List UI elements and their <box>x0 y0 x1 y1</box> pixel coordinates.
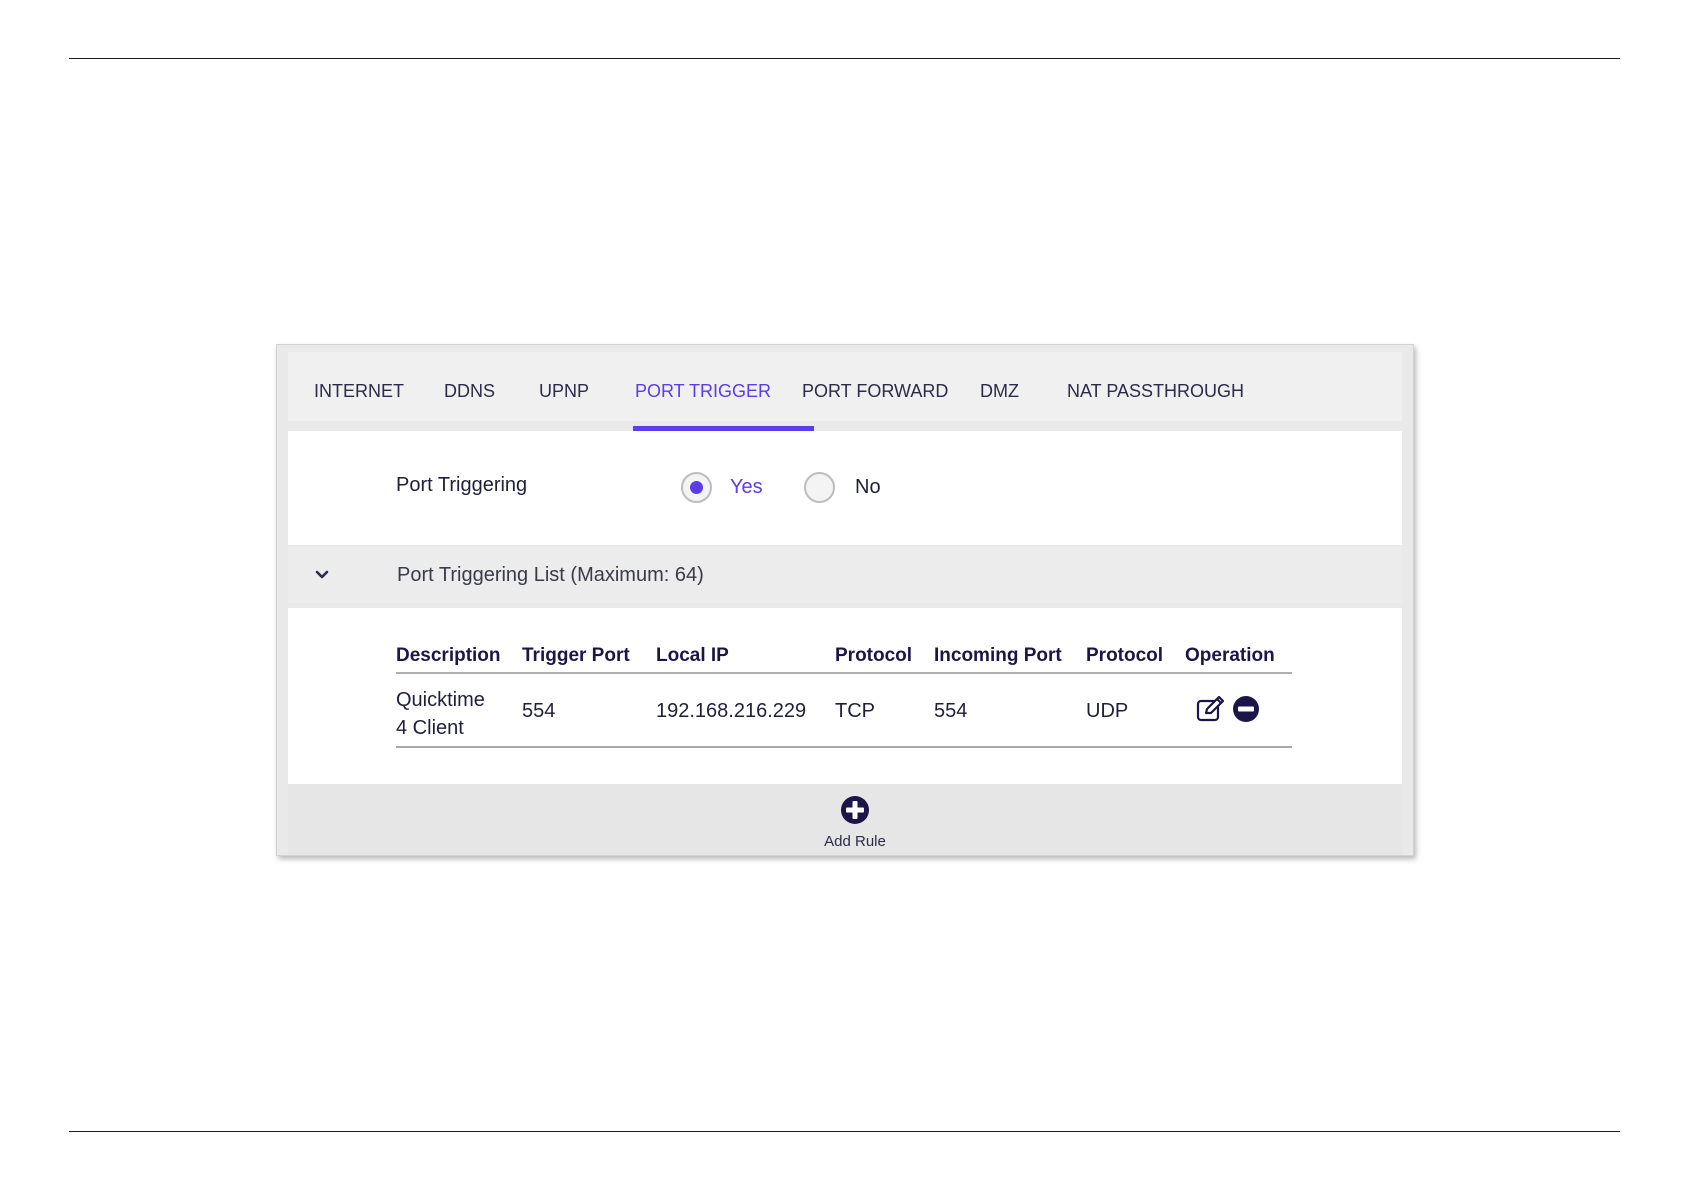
radio-selected-dot <box>690 481 703 494</box>
description-line-1: Quicktime <box>396 689 485 711</box>
edit-icon[interactable] <box>1196 695 1226 723</box>
tab-nat-passthrough[interactable]: NAT PASSTHROUGH <box>1067 352 1244 421</box>
list-title: Port Triggering List (Maximum: 64) <box>397 564 704 586</box>
radio-yes[interactable] <box>681 472 712 503</box>
port-triggering-label: Port Triggering <box>396 474 528 496</box>
table-header-divider <box>396 672 1292 674</box>
tab-bar: INTERNET DDNS UPNP PORT TRIGGER PORT FOR… <box>288 352 1402 431</box>
radio-no[interactable] <box>804 472 835 503</box>
settings-panel: INTERNET DDNS UPNP PORT TRIGGER PORT FOR… <box>276 344 1414 856</box>
column-header-operation: Operation <box>1185 645 1275 666</box>
add-rule-button[interactable]: Add Rule <box>824 786 886 852</box>
cell-description: Quicktime 4 Client <box>396 686 485 742</box>
add-rule-bar: Add Rule <box>288 784 1402 855</box>
column-header-trigger-port: Trigger Port <box>522 645 630 666</box>
chevron-down-icon[interactable] <box>312 565 332 585</box>
cell-trigger-protocol: TCP <box>835 700 875 722</box>
tab-internet[interactable]: INTERNET <box>314 352 404 421</box>
column-header-local-ip: Local IP <box>656 645 729 666</box>
radio-yes-label[interactable]: Yes <box>730 476 763 499</box>
column-header-incoming-port: Incoming Port <box>934 645 1062 666</box>
add-rule-label[interactable]: Add Rule <box>815 833 895 850</box>
cell-local-ip: 192.168.216.229 <box>656 700 807 722</box>
page-bottom-rule <box>69 1131 1620 1132</box>
radio-no-label[interactable]: No <box>855 476 881 499</box>
column-header-trigger-protocol: Protocol <box>835 645 913 666</box>
plus-circle-icon[interactable] <box>840 795 870 825</box>
cell-incoming-protocol: UDP <box>1086 700 1129 722</box>
description-line-2: 4 Client <box>396 717 464 739</box>
remove-icon[interactable] <box>1232 695 1260 723</box>
port-triggering-list-header[interactable]: Port Triggering List (Maximum: 64) <box>288 547 1402 603</box>
table-row-divider <box>396 746 1292 748</box>
cell-incoming-port: 554 <box>934 700 968 722</box>
tab-port-forward[interactable]: PORT FORWARD <box>802 352 948 421</box>
port-triggering-card: Port Triggering Yes No <box>288 431 1402 545</box>
cell-trigger-port: 554 <box>522 700 556 722</box>
tab-port-trigger[interactable]: PORT TRIGGER <box>635 352 771 421</box>
page-top-rule <box>69 58 1620 59</box>
port-triggering-table: Description Trigger Port Local IP Protoc… <box>288 608 1402 784</box>
column-header-incoming-protocol: Protocol <box>1086 645 1164 666</box>
tab-ddns[interactable]: DDNS <box>444 352 495 421</box>
column-header-description: Description <box>396 645 501 666</box>
tab-dmz[interactable]: DMZ <box>980 352 1019 421</box>
tab-upnp[interactable]: UPNP <box>539 352 589 421</box>
